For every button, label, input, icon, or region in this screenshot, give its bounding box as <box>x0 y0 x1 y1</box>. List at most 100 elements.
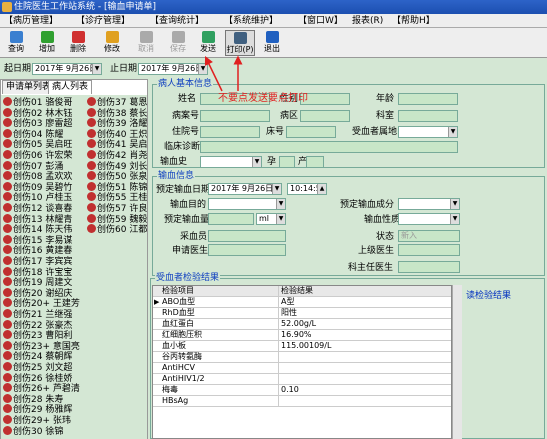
patient-name: 创伤20+ 王建芳 <box>13 299 80 310</box>
requester-field[interactable] <box>208 244 286 256</box>
purpose-select[interactable]: ▼ <box>208 198 286 210</box>
history-select[interactable]: ▼ <box>200 156 262 168</box>
start-date-picker[interactable]: 2017年 9月26日 ▼ <box>32 63 102 75</box>
menu-help[interactable]: 【帮助H】 <box>392 15 435 27</box>
title-bar: 住院医生工作站系统 - [输血申请单] <box>0 0 547 14</box>
unit-select[interactable]: ml ▼ <box>256 213 286 225</box>
bed-label: 床号 <box>266 127 285 137</box>
status-field[interactable]: 新入 <box>398 230 460 242</box>
menu-diagnosis[interactable]: 【诊疗管理】 <box>76 15 130 27</box>
table-row[interactable]: 谷丙转氨酶 <box>153 352 451 363</box>
cancel-label: 取消 <box>138 44 154 53</box>
table-row[interactable]: RhD血型 阳性 <box>153 308 451 319</box>
patient-face-icon <box>3 298 12 308</box>
lab-item-cell: ABO血型 <box>161 297 279 308</box>
ward-field[interactable] <box>300 110 350 122</box>
print-label: 打印(P) <box>226 45 254 54</box>
table-row[interactable]: AntiHCV <box>153 363 451 374</box>
edit-button[interactable]: 修改 <box>98 30 126 56</box>
patient-name: 创伤38 蔡长 <box>97 108 147 119</box>
column-header-result: 检验结果 <box>281 286 313 295</box>
status-label: 状态 <box>376 232 395 242</box>
spinner-icon: ▲ <box>317 184 326 194</box>
volume-field[interactable] <box>208 213 254 225</box>
print-button[interactable]: 打印(P) <box>225 30 255 56</box>
annotation-text: 不要点发送要点打印 <box>218 93 308 104</box>
patient-face-icon <box>3 192 12 202</box>
lab-results-title: 受血者检验结果 <box>155 273 221 283</box>
save-button[interactable]: 保存 <box>164 30 192 56</box>
table-row[interactable]: HBsAg <box>153 396 451 407</box>
dept-field[interactable] <box>398 110 458 122</box>
transfusion-time-picker[interactable]: 10:14:55 ▲ <box>287 183 327 195</box>
bed-field[interactable] <box>286 126 336 138</box>
lab-result-cell: 115.00109/L <box>281 341 332 350</box>
vertical-scrollbar[interactable] <box>452 285 462 439</box>
lab-result-cell: 阳性 <box>281 308 297 317</box>
nature-select[interactable]: ▼ <box>398 213 460 225</box>
lab-item-cell: HBsAg <box>161 396 279 407</box>
lab-results-table: 检验项目 检验结果 ▶ ABO血型 A型 RhD血型 阳性 血红蛋白 52.00g/L 红细胞… <box>152 285 452 439</box>
menu-report[interactable]: 报表(R) <box>352 15 383 27</box>
preg-label: 孕 <box>267 157 277 167</box>
menu-system[interactable]: 【系统维护】 <box>224 15 278 27</box>
table-row[interactable]: ▶ ABO血型 A型 <box>153 297 451 308</box>
table-row[interactable]: 血红蛋白 52.00g/L <box>153 319 451 330</box>
table-row[interactable]: 血小板 115.00109/L <box>153 341 451 352</box>
cancel-button[interactable]: 取消 <box>132 30 160 56</box>
lab-result-cell: 16.90% <box>281 330 312 339</box>
lab-result-cell <box>279 363 449 374</box>
patient-face-icon <box>3 309 12 318</box>
read-lab-results-link[interactable]: 读检验结果 <box>466 288 511 301</box>
director-field[interactable] <box>398 261 460 273</box>
patient-face-icon <box>3 107 12 117</box>
tab-patient-list[interactable]: 病人列表 <box>48 80 93 94</box>
lab-result-cell <box>279 352 449 363</box>
patient-list-item[interactable]: 创伤60 江都 <box>87 224 147 236</box>
recipient-select[interactable]: ▼ <box>398 126 458 138</box>
patient-name: 创伤14 陈天伟 <box>13 225 73 236</box>
add-button[interactable]: 增加 <box>33 30 61 56</box>
diagnosis-field[interactable] <box>200 141 458 153</box>
send-button[interactable]: 发送 <box>194 30 222 56</box>
table-row[interactable]: AntiHIV1/2 <box>153 374 451 385</box>
table-row[interactable]: 红细胞压积 16.90% <box>153 330 451 341</box>
query-button[interactable]: 查询 <box>2 30 30 56</box>
menu-records[interactable]: 【病历管理】 <box>4 15 58 27</box>
patient-face-icon <box>87 213 96 223</box>
patient-name: 创伤09 吴碧竹 <box>13 182 73 193</box>
age-field[interactable] <box>398 93 458 105</box>
query-label: 查询 <box>8 44 24 53</box>
exit-button[interactable]: 退出 <box>258 30 286 56</box>
component-select[interactable]: ▼ <box>398 198 460 210</box>
patient-name: 创伤15 李易谋 <box>13 235 73 246</box>
patient-face-icon <box>87 224 96 234</box>
transfusion-date-picker[interactable]: 2017年 9月26日 ▼ <box>208 183 282 195</box>
preg-field[interactable] <box>279 156 295 168</box>
patient-face-icon <box>3 404 12 414</box>
end-date-picker[interactable]: 2017年 9月26日 ▼ <box>138 63 208 75</box>
patient-name: 创伤24 蔡朝辉 <box>13 352 73 363</box>
patient-name: 创伤18 许宝宝 <box>13 267 73 278</box>
patient-face-icon <box>87 171 96 181</box>
exit-icon <box>265 31 279 43</box>
menu-window[interactable]: 【窗口W】 <box>298 15 343 27</box>
record-field[interactable] <box>200 110 270 122</box>
patient-name: 创伤37 葛恩 <box>97 98 147 108</box>
patient-face-icon <box>3 139 12 149</box>
table-row[interactable]: 梅毒 0.10 <box>153 385 451 396</box>
superior-field[interactable] <box>398 244 460 256</box>
patient-name: 创伤59 魏毅 <box>97 214 147 225</box>
menu-query[interactable]: 【查询统计】 <box>150 15 204 27</box>
delete-button[interactable]: 删除 <box>64 30 92 56</box>
patient-name: 创伤07 彭涌 <box>13 161 64 172</box>
inpatient-field[interactable] <box>200 126 260 138</box>
collector-field[interactable] <box>208 230 286 242</box>
chevron-down-icon: ▼ <box>450 214 459 224</box>
birth-field[interactable] <box>306 156 324 168</box>
send-label: 发送 <box>200 44 216 53</box>
collector-label: 采血员 <box>180 232 208 242</box>
patient-list-item[interactable]: 创伤30 徐锦 <box>3 425 63 438</box>
start-date-label: 起日期 <box>4 64 32 74</box>
patient-name: 创伤20 谢绍庆 <box>13 288 73 299</box>
